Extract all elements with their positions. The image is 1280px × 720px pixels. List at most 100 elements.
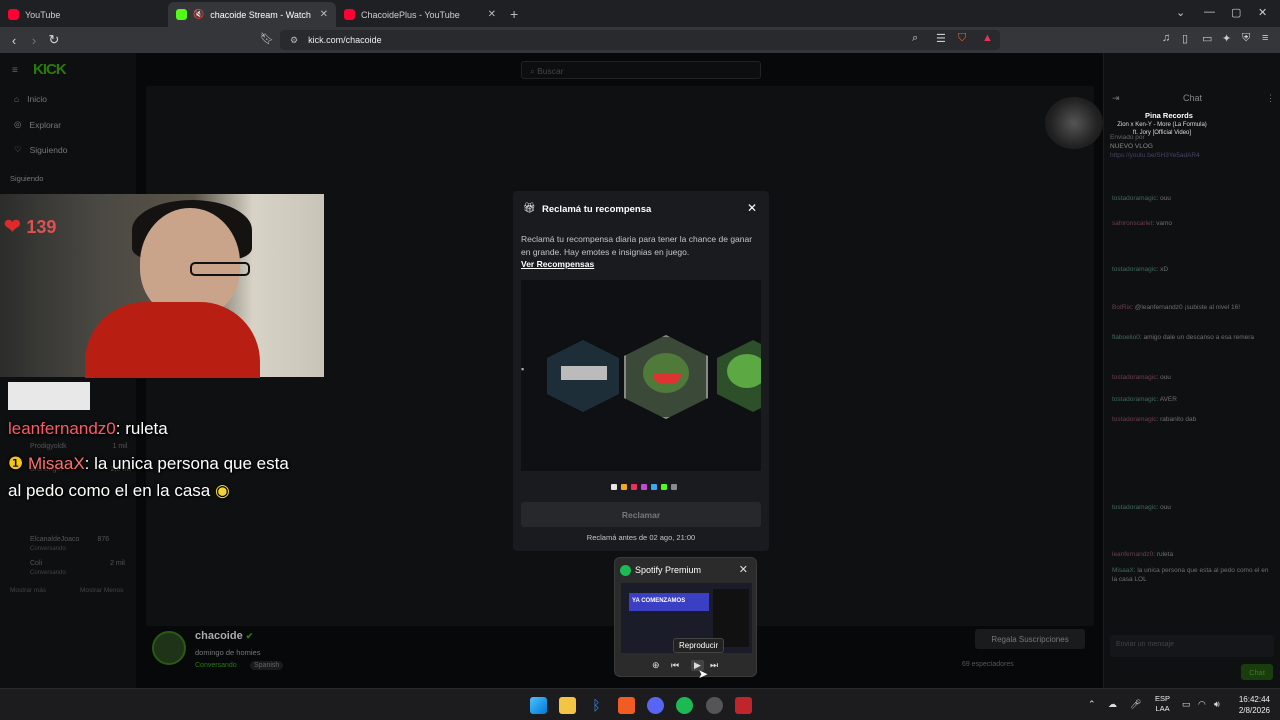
spotify-taskbar-icon[interactable] — [676, 697, 693, 714]
minimize-icon[interactable]: — — [1204, 6, 1215, 18]
language-top: ESP — [1155, 694, 1171, 703]
add-icon[interactable]: ⊕ — [652, 660, 660, 671]
next-icon[interactable]: ⏭︎ — [710, 660, 718, 671]
search-input[interactable]: ⌕ Buscar — [521, 61, 761, 79]
leo-icon[interactable]: ✦ — [1222, 32, 1231, 45]
brave-shield-icon[interactable]: ⛉ — [958, 32, 966, 45]
following-heading: Siguiendo — [10, 174, 43, 183]
view-rewards-link[interactable]: Ver Recompensas — [521, 259, 594, 269]
tab-kick-stream[interactable]: 🔇 chacoide Stream - Watch Live... ✕ — [168, 2, 336, 27]
chat-username[interactable]: sahironscarlet — [1112, 220, 1152, 227]
chat-message: leanfernandz0: ruleta — [1112, 551, 1174, 558]
media-icon[interactable]: ♫ — [1162, 32, 1170, 44]
gift-subs-button[interactable]: Regala Suscripciones — [975, 629, 1085, 649]
bookmark-icon[interactable]: 🔖︎ — [260, 32, 274, 45]
chat-username[interactable]: tostadoramagic — [1112, 195, 1156, 202]
display-icon[interactable]: ▭ — [1182, 699, 1191, 710]
chat-message: tostadoramagic: ouu — [1112, 374, 1171, 381]
chat-username[interactable]: leanfernandz0 — [1112, 551, 1153, 558]
back-icon[interactable]: ‹ — [4, 33, 24, 48]
chat-username[interactable]: tostadoramagic — [1112, 504, 1156, 511]
brave-rewards-icon[interactable]: ▲ — [982, 32, 993, 44]
close-icon[interactable]: ✕ — [747, 201, 757, 215]
site-info-icon[interactable]: ⚙︎ — [290, 35, 298, 46]
chat-username[interactable]: flaboelio0 — [1112, 334, 1140, 341]
wifi-icon[interactable]: ◠ — [1198, 699, 1206, 710]
vpn-icon[interactable]: ⛨ — [1242, 32, 1250, 45]
close-icon[interactable]: ✕ — [739, 563, 748, 576]
system-clock[interactable]: 16:42:44 2/8/2026 — [1239, 694, 1270, 716]
channel-name: Prodigyoldk — [30, 443, 67, 450]
cloud-icon[interactable]: ☁ — [1108, 699, 1117, 710]
hamburger-icon[interactable]: ≡ — [12, 65, 18, 76]
volume-icon[interactable]: 🔊︎ — [1214, 699, 1220, 710]
obs-icon[interactable] — [706, 697, 723, 714]
chat-input[interactable]: Enviar un mensaje — [1110, 635, 1274, 657]
kick-page: ≡ KICK ⌂ Inicio ◎ Explorar ♡ Siguiendo Sigu… — [0, 53, 1280, 688]
thumbnail-banner: YA COMENZAMOS — [629, 593, 709, 611]
overlay-username: MisaaX — [27, 454, 85, 473]
start-icon[interactable] — [530, 697, 547, 714]
url-field[interactable]: ⚙︎ kick.com/chacoide — [280, 30, 1000, 50]
chat-username[interactable]: tostadoramagic — [1112, 374, 1156, 381]
zoom-icon[interactable]: ⌕ — [912, 32, 918, 45]
sidebar-icon[interactable]: ▯ — [1182, 32, 1188, 45]
sidebar-item-label: Inicio — [27, 94, 47, 104]
mic-icon[interactable]: 🎤︎ — [1130, 699, 1141, 710]
file-explorer-icon[interactable] — [559, 697, 576, 714]
chat-message: sahironscarlet: vamo — [1112, 220, 1172, 227]
category-label: Conversando — [30, 570, 66, 576]
send-chat-button[interactable]: Chat — [1241, 664, 1273, 680]
tray-chevron-icon[interactable]: ⌃ — [1088, 699, 1096, 710]
language-tag[interactable]: Spanish — [250, 661, 284, 670]
sidebar-channel[interactable]: Coli 2 mil — [30, 560, 125, 567]
sidebar-channel[interactable]: Prodigyoldk 1 mil — [30, 443, 127, 450]
show-more-link[interactable]: Mostrar más — [10, 587, 46, 594]
streamer-avatar[interactable] — [152, 631, 186, 665]
claim-button[interactable]: Reclamar — [521, 502, 761, 527]
reward-dot — [671, 484, 677, 490]
maximize-icon[interactable]: ▢ — [1231, 6, 1241, 19]
chat-username[interactable]: tostadoramagic — [1112, 266, 1156, 273]
chat-username[interactable]: tostadoramagic — [1112, 416, 1156, 423]
pinned-link[interactable]: https://youtu.be/SH3Ye5adAR4 — [1110, 151, 1270, 160]
tab-chacoideplus[interactable]: ChacoidePlus - YouTube ✕ — [336, 2, 504, 27]
brave-icon[interactable] — [618, 697, 635, 714]
menu-icon[interactable]: ≡ — [1262, 32, 1268, 44]
close-tab-icon[interactable]: ✕ — [320, 9, 328, 20]
tab-search-icon[interactable]: ⌄ — [1176, 6, 1185, 19]
reader-icon[interactable]: ☰ — [936, 32, 946, 45]
mute-icon[interactable]: 🔇 — [193, 9, 204, 20]
language-indicator[interactable]: ESP LAA — [1155, 694, 1170, 714]
streamer-name[interactable]: chacoide ✔ — [195, 630, 253, 642]
previous-icon[interactable]: ⏮︎ — [671, 660, 679, 671]
sidebar-channel[interactable]: ElcanaldeJoaco 876 — [30, 536, 109, 543]
wallet-icon[interactable]: ▭ — [1202, 32, 1212, 45]
claim-deadline: Reclamá antes de 02 ago, 21:00 — [586, 533, 696, 542]
kick-logo[interactable]: KICK — [33, 61, 67, 78]
chat-username[interactable]: BotRix — [1112, 304, 1131, 311]
new-tab-icon[interactable]: + — [510, 6, 518, 22]
chat-message: MisaaX: la unica persona que esta al ped… — [1112, 567, 1269, 583]
chat-username[interactable]: MisaaX — [1112, 567, 1134, 574]
windows-taskbar: ᛒ ⌃ ☁ 🎤︎ ESP LAA ▭ ◠ 🔊︎ 16:42:44 2/8/2026 — [0, 688, 1280, 720]
sidebar-item-explorar[interactable]: ◎ Explorar — [14, 119, 61, 130]
tab-youtube[interactable]: YouTube — [0, 2, 168, 27]
chat-username[interactable]: tostadoramagic — [1112, 396, 1156, 403]
sidebar-item-inicio[interactable]: ⌂ Inicio — [14, 94, 47, 104]
chat-text: xD — [1160, 266, 1169, 273]
reward-modal: 🎁︎ Reclamá tu recompensa ✕ Reclamá tu re… — [513, 191, 769, 551]
close-tab-icon[interactable]: ✕ — [488, 9, 496, 20]
bing-icon[interactable]: ᛒ — [588, 697, 605, 714]
reload-icon[interactable]: ↻ — [44, 32, 64, 48]
show-less-link[interactable]: Mostrar Menos — [80, 587, 123, 594]
app-icon[interactable] — [735, 697, 752, 714]
forward-icon[interactable]: › — [24, 33, 44, 48]
sidebar-item-siguiendo[interactable]: ♡ Siguiendo — [14, 144, 67, 155]
viewer-count: 69 espectadores — [962, 661, 1014, 668]
youtube-icon — [344, 9, 355, 20]
heart-counter: ❤ 139 — [4, 216, 57, 238]
close-window-icon[interactable]: ✕ — [1258, 6, 1267, 19]
stream-category[interactable]: Conversando — [195, 662, 237, 669]
discord-icon[interactable] — [647, 697, 664, 714]
